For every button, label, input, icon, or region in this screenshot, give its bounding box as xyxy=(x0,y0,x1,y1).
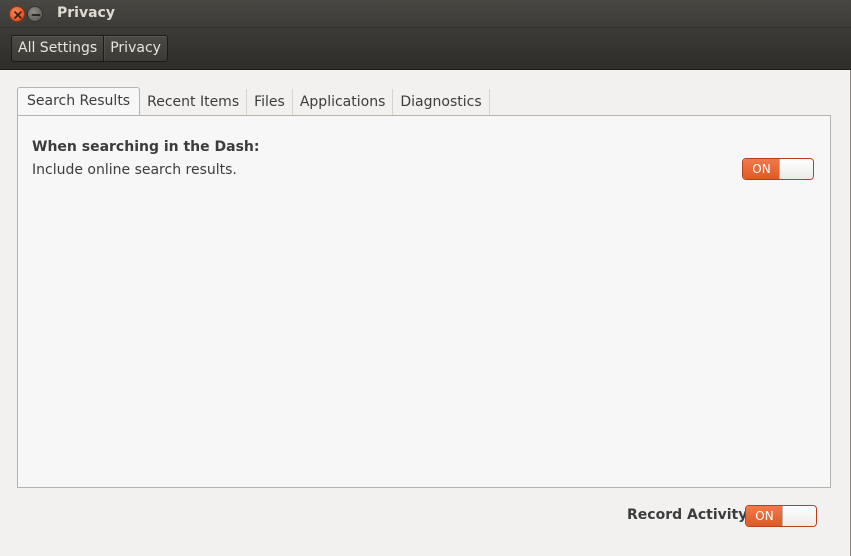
tab-search-results[interactable]: Search Results xyxy=(17,87,141,116)
online-results-toggle[interactable]: ON xyxy=(742,158,814,180)
dash-search-heading: When searching in the Dash: xyxy=(32,139,260,155)
tab-files[interactable]: Files xyxy=(247,89,293,116)
record-activity-toggle[interactable]: ON xyxy=(745,505,817,527)
tab-diagnostics[interactable]: Diagnostics xyxy=(393,89,490,116)
online-results-description: Include online search results. xyxy=(32,162,237,178)
toggle-knob[interactable] xyxy=(782,506,816,526)
settings-window: Privacy All Settings Privacy Search Resu… xyxy=(0,0,851,556)
toggle-knob[interactable] xyxy=(779,159,813,179)
close-icon[interactable] xyxy=(9,6,25,22)
tab-applications[interactable]: Applications xyxy=(292,89,394,116)
minimize-icon[interactable] xyxy=(27,6,43,22)
window-title: Privacy xyxy=(57,5,115,21)
toggle-on-label: ON xyxy=(743,159,780,179)
tab-recent-items[interactable]: Recent Items xyxy=(140,89,248,116)
title-bar[interactable]: Privacy xyxy=(0,0,851,28)
record-activity-label: Record Activity xyxy=(627,507,748,523)
breadcrumb: All Settings Privacy xyxy=(11,35,168,62)
breadcrumb-all-settings-button[interactable]: All Settings xyxy=(12,36,103,61)
breadcrumb-privacy-button[interactable]: Privacy xyxy=(103,36,167,61)
search-results-panel: When searching in the Dash: Include onli… xyxy=(17,115,831,488)
toggle-on-label: ON xyxy=(746,506,783,526)
toolbar: All Settings Privacy xyxy=(0,28,851,70)
tab-bar: Search Results Recent Items Files Applic… xyxy=(17,87,490,116)
